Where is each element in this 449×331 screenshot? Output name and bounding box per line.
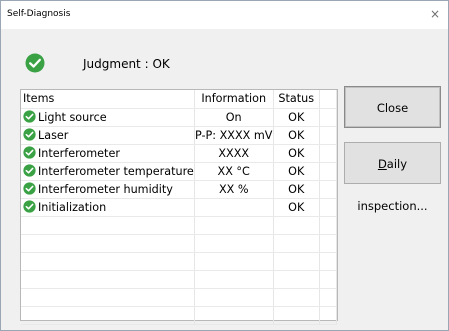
blank-cell — [319, 162, 338, 181]
empty-cell — [273, 288, 320, 307]
item-cell: Light source — [21, 108, 195, 127]
column-header-information[interactable]: Information — [194, 90, 274, 109]
empty-cell — [194, 234, 274, 253]
item-cell: Interferometer humidity — [21, 180, 195, 199]
blank-cell — [319, 180, 338, 199]
table-row[interactable]: Interferometer humidity XX % OK — [21, 180, 338, 199]
check-circle-icon — [23, 164, 36, 177]
close-icon[interactable]: × — [428, 7, 442, 21]
empty-cell — [194, 306, 274, 325]
information-cell: XXXX — [194, 144, 274, 163]
item-cell: Interferometer — [21, 144, 195, 163]
judgment-label-text: Judgment : — [83, 57, 149, 71]
empty-cell — [21, 216, 195, 235]
table-row[interactable]: Interferometer temperature XX °C OK — [21, 162, 338, 181]
table-row[interactable]: Light source On OK — [21, 108, 338, 127]
item-cell: Interferometer temperature — [21, 162, 195, 181]
diagnosis-table: Items Information Status Light source On O… — [21, 90, 338, 325]
daily-inspection-button[interactable]: Daily inspection... — [344, 142, 441, 213]
blank-cell — [319, 108, 338, 127]
empty-cell — [319, 306, 338, 325]
item-name: Laser — [38, 129, 69, 142]
empty-table-row — [21, 270, 338, 289]
table-row[interactable]: Interferometer XXXX OK — [21, 144, 338, 163]
empty-cell — [319, 252, 338, 271]
status-cell: OK — [273, 144, 320, 163]
column-header-blank — [319, 90, 338, 109]
empty-table-row — [21, 288, 338, 307]
information-cell: P-P: XXXX mV — [194, 126, 274, 145]
empty-table-row — [21, 216, 338, 235]
empty-cell — [273, 306, 320, 325]
empty-cell — [273, 216, 320, 235]
daily-inspection-mnemonic: D — [377, 157, 387, 171]
diagnosis-table-panel[interactable]: Items Information Status Light source On O… — [20, 89, 338, 325]
column-header-status[interactable]: Status — [273, 90, 320, 109]
status-cell: OK — [273, 108, 320, 127]
item-name: Light source — [38, 111, 107, 124]
item-name: Interferometer humidity — [38, 183, 173, 196]
empty-cell — [319, 288, 338, 307]
title-bar[interactable]: Self-Diagnosis × — [1, 1, 448, 29]
information-cell: On — [194, 108, 274, 127]
empty-cell — [194, 270, 274, 289]
empty-cell — [194, 252, 274, 271]
judgment-label: Judgment : OK — [83, 57, 170, 71]
empty-cell — [273, 270, 320, 289]
empty-table-row — [21, 306, 338, 325]
empty-cell — [319, 270, 338, 289]
check-circle-icon — [23, 128, 36, 141]
table-header-row: Items Information Status — [21, 90, 338, 109]
blank-cell — [319, 144, 338, 163]
empty-cell — [21, 252, 195, 271]
empty-cell — [194, 288, 274, 307]
status-cell: OK — [273, 126, 320, 145]
check-circle-icon — [25, 53, 45, 73]
item-name: Interferometer temperature — [38, 165, 194, 178]
information-cell — [194, 198, 274, 217]
self-diagnosis-dialog: Self-Diagnosis × Judgment : OK Items Inf… — [0, 0, 449, 331]
empty-cell — [273, 252, 320, 271]
empty-cell — [319, 234, 338, 253]
status-cell: OK — [273, 198, 320, 217]
status-cell: OK — [273, 162, 320, 181]
information-cell: XX °C — [194, 162, 274, 181]
daily-inspection-label-rest: aily inspection... — [357, 157, 428, 213]
empty-cell — [319, 216, 338, 235]
check-circle-icon — [23, 200, 36, 213]
empty-cell — [21, 270, 195, 289]
empty-table-row — [21, 252, 338, 271]
empty-cell — [194, 216, 274, 235]
table-row[interactable]: Laser P-P: XXXX mV OK — [21, 126, 338, 145]
item-cell: Initialization — [21, 198, 195, 217]
table-row[interactable]: Initialization OK — [21, 198, 338, 217]
information-cell: XX % — [194, 180, 274, 199]
empty-table-row — [21, 234, 338, 253]
item-name: Interferometer — [38, 147, 120, 160]
item-name: Initialization — [38, 201, 107, 214]
empty-cell — [273, 234, 320, 253]
empty-cell — [21, 234, 195, 253]
empty-cell — [21, 288, 195, 307]
column-header-items[interactable]: Items — [21, 90, 195, 109]
window-title: Self-Diagnosis — [7, 9, 71, 19]
check-circle-icon — [23, 146, 36, 159]
judgment-value: OK — [152, 57, 170, 71]
close-button[interactable]: Close — [344, 86, 441, 128]
check-circle-icon — [23, 182, 36, 195]
blank-cell — [319, 198, 338, 217]
item-cell: Laser — [21, 126, 195, 145]
blank-cell — [319, 126, 338, 145]
empty-cell — [21, 306, 195, 325]
status-cell: OK — [273, 180, 320, 199]
check-circle-icon — [23, 110, 36, 123]
